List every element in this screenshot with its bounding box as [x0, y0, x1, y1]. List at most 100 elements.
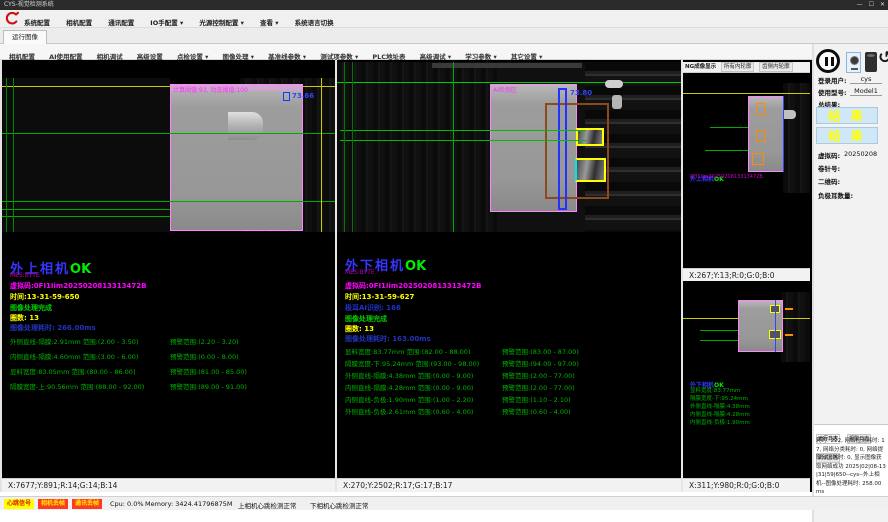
log-panel: 运行日志 报警日志 调试日志 耗时: 222, 网络检测耗时: 17, 网络分类… [814, 424, 888, 498]
measurement-row: 内侧直线-负极:1.90mm 范围:(1.00 - 2.20)预警范围:(1.1… [337, 394, 667, 404]
window-title: CYS-视觉检测系统 [4, 0, 54, 10]
mid-green-vline-1 [344, 62, 345, 232]
login-user-label: 登录用户: [818, 75, 847, 85]
thumb-bottom-green-2 [700, 340, 738, 341]
app-logo-icon [4, 11, 19, 26]
left-green-line-1 [2, 133, 335, 134]
thumb-bottom-line: 内侧直线-负极:1.90mm [690, 418, 750, 426]
left-coords-bar: X:7677;Y:891;R:14;G:14;B:14 [2, 478, 335, 492]
measurement-row: 外侧直线-隔膜:2.91mm 范围:(2.00 - 3.50)预警范围:(2.2… [2, 336, 332, 346]
camera-button[interactable] [846, 52, 861, 73]
measurement-row: 外侧直线-隔膜:4.38mm 范围:(0.00 - 9.00)预警范围:(2.0… [337, 370, 667, 380]
toolbar: 相机配置 AI使用配置 相机调试 高级设置 点检设置 ▾ 图像处理 ▾ 基准线参… [0, 44, 812, 60]
left-film-region [170, 84, 303, 231]
memory-usage: Memory: 3424.41796875M [145, 500, 233, 508]
thumb-bottom-coords-bar: X:311;Y:980;R:0;G:0;B:0 [683, 478, 810, 492]
mid-top-strip [432, 63, 582, 68]
mid-green-line-1 [340, 130, 586, 131]
thumb-top-header: NG成像显示 所有内轮廓 齿侧内轮廓 [683, 62, 810, 73]
camera-frameloss-badge: 相机丢帧 [38, 499, 68, 509]
measurement-row: 显料宽度:83.77mm 范围:(82.00 - 88.00)预警范围:(83.… [337, 346, 667, 356]
cpu-usage: Cpu: 0.0% [110, 500, 144, 508]
left-yellow-vline [321, 78, 322, 232]
tab-side-contours[interactable]: 齿侧内轮廓 [759, 62, 793, 72]
left-camera-view[interactable]: 计算阈值:93, 动态阈值:100 73.66 [2, 62, 335, 232]
mid-green-vline-2 [352, 62, 353, 232]
model-field[interactable]: Model1 [850, 87, 882, 96]
mid-glint-1 [605, 80, 623, 88]
measurement-row: 内侧直线-隔膜:4.60mm 范围:(3.00 - 6.00)预警范围:(0.0… [2, 351, 332, 361]
tab-run-image[interactable]: 运行图像 [3, 30, 47, 44]
mid-barcode-line: 虚拟码:0FI1Iim2025020813313472B [345, 281, 482, 291]
thumb-top-blue-edge [783, 96, 784, 172]
mid-glint-2 [612, 95, 622, 109]
tab-count-label: 负极耳数量: [818, 190, 853, 200]
thumb-bottom-line: 内侧直线-隔膜:4.28mm [690, 410, 750, 418]
thumb-top-roi-1 [756, 103, 766, 115]
mid-done-line: 图像处理完成 [345, 314, 387, 324]
camera-base-icon [851, 68, 858, 70]
mid-elapsed-line: 图像处理耗时: 163.00ms [345, 334, 431, 344]
left-elapsed-line: 图像处理耗时: 266.00ms [10, 323, 96, 333]
left-green-vline-2 [13, 78, 14, 232]
status-bar: 心跳信号 相机丢帧 通讯丢帧 Cpu: 0.0% Memory: 3424.41… [0, 496, 888, 510]
mid-green-line-2 [340, 140, 586, 141]
mid-camera-view[interactable]: AI检测区 73.80 [337, 62, 681, 232]
thumb-top-view[interactable]: 外上相机OK 0FI1Iim2025020813313472B [683, 73, 810, 268]
left-threshold-overlay: 计算阈值:93, 动态阈值:100 [173, 85, 248, 94]
camera-lens-icon [850, 56, 859, 65]
minimize-icon[interactable]: — [857, 0, 863, 10]
thumb-top-yellow-line [683, 93, 810, 94]
left-barcode-line: 虚拟码:0FI1Iim2025020813313472B [10, 281, 147, 291]
heartbeat-badge: 心跳信号 [4, 499, 34, 509]
mid-region-overlay: AI检测区 [493, 85, 517, 94]
thumb-top-texture [783, 83, 810, 193]
mid-yellow-roi-2 [575, 158, 606, 182]
thumb-bottom-line: 外侧直线-隔膜:4.38mm [690, 402, 750, 410]
mid-left-texture [337, 62, 497, 232]
left-done-line: 图像处理完成 [10, 303, 52, 313]
pause-button[interactable] [816, 49, 840, 73]
thumb-bottom-orange-mark-2 [785, 334, 793, 336]
left-metal-tab [228, 112, 263, 140]
thumb-bottom-line: 显料宽度:83.77mm [690, 386, 740, 394]
mid-green-vline-3 [453, 62, 454, 232]
left-mes-line: MES:BYTE [10, 272, 40, 279]
maximize-icon[interactable]: ☐ [869, 0, 874, 10]
thumb-bottom-orange-mark-1 [785, 308, 793, 310]
tab-all-contours[interactable]: 所有内轮廓 [721, 62, 755, 72]
thumb-top-roi-3 [752, 153, 764, 165]
barcode-label: 虚拟码: [818, 150, 840, 160]
ng-display-label: NG成像显示 [685, 64, 716, 70]
thumb-top-subline: 0FI1Iim2025020813313472B [690, 174, 763, 180]
close-icon[interactable]: ✕ [880, 0, 885, 10]
login-user-field[interactable]: cys [850, 75, 882, 84]
tab-strip: 运行图像 [0, 28, 888, 44]
result-badge-upper: 结 果 [816, 107, 878, 124]
log-text: 耗时: 222, 网络检测耗时: 17, 网络分类耗时: 0, 网络提取分区耗时… [816, 437, 886, 497]
left-green-line-2 [2, 201, 335, 202]
undo-icon[interactable]: ↺ [878, 50, 888, 67]
left-time-line: 时间:13-31-59-650 [10, 292, 79, 302]
mid-blue-roi [558, 88, 567, 210]
mid-brown-roi [545, 103, 609, 199]
thumb-bottom-green-1 [700, 330, 738, 331]
record-button[interactable] [865, 52, 877, 72]
comm-frameloss-badge: 通讯丢帧 [72, 499, 102, 509]
thumb-bottom-line: 隔膜宽度-下:95.24mm [690, 394, 748, 402]
measurement-row: 内侧直线-隔膜:4.28mm 范围:(0.00 - 9.00)预警范围:(2.0… [337, 382, 667, 392]
thumb-bottom-texture [781, 292, 810, 362]
mid-mes-line: MES:BYTE [345, 269, 375, 276]
menu-bar: 系统配置 相机配置 通讯配置 IO手配置 ▾ 光源控制配置 ▾ 查看 ▾ 系统语… [0, 10, 888, 28]
measurement-row: 隔膜宽度-上:90.56mm 范围:(88.00 - 92.00)预警范围:(8… [2, 381, 332, 391]
mid-coords-bar: X:270;Y:2502;R:17;G:17;B:17 [337, 478, 681, 492]
measurement-row: 外侧直线-负极:2.61mm 范围:(0.60 - 4.00)预警范围:(0.6… [337, 406, 667, 416]
left-measure-label: 73.66 [292, 92, 314, 100]
thumb-top-roi-2 [756, 130, 766, 142]
mid-rounds-line: 圈数: 13 [345, 324, 374, 334]
thumb-bottom-view[interactable]: 外下相机OK 显料宽度:83.77mm 隔膜宽度-下:95.24mm 外侧直线-… [683, 282, 810, 478]
thumb-top-coords-bar: X:267;Y:13;R:0;G:0;B:0 [683, 268, 810, 281]
qr-code-label: 二维码: [818, 176, 840, 186]
title-bar: CYS-视觉检测系统 — ☐ ✕ [0, 0, 888, 10]
pin-number-label: 卷针号: [818, 163, 840, 173]
